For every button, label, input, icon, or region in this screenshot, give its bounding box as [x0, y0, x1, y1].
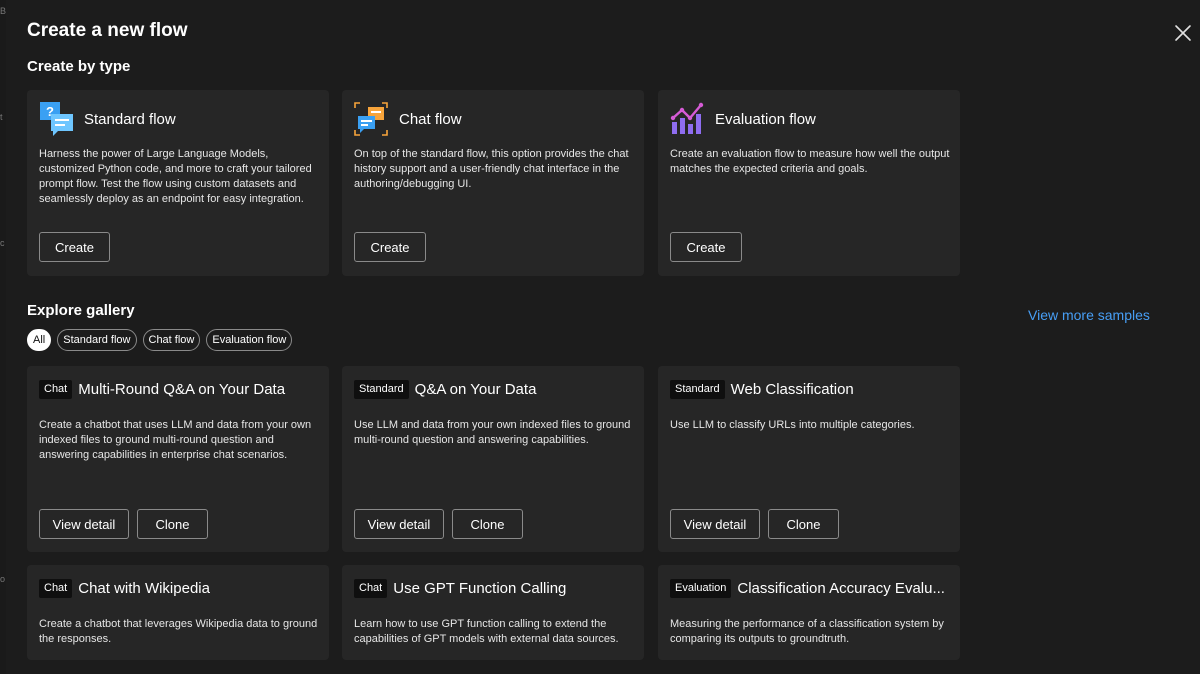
- filter-standard-flow[interactable]: Standard flow: [57, 329, 137, 351]
- sample-badge: Standard: [354, 379, 409, 399]
- close-button[interactable]: [1172, 22, 1194, 44]
- evaluation-flow-card: Evaluation flow Create an evaluation flo…: [658, 90, 960, 276]
- clone-button[interactable]: Clone: [137, 509, 208, 539]
- standard-flow-icon: ?: [40, 102, 73, 136]
- evaluation-flow-icon: [670, 102, 704, 134]
- sample-card: Chat Use GPT Function Calling Learn how …: [342, 565, 644, 660]
- sample-description: Create a chatbot that uses LLM and data …: [39, 419, 312, 461]
- sample-description: Use LLM and data from your own indexed f…: [354, 419, 631, 446]
- card-header: ? Standard flow: [39, 102, 176, 136]
- filter-all[interactable]: All: [27, 329, 52, 351]
- chat-flow-icon: [354, 102, 388, 136]
- sample-header: Standard Web Classification: [670, 378, 854, 400]
- clone-button[interactable]: Clone: [768, 509, 839, 539]
- sample-title: Web Classification: [730, 380, 854, 398]
- dialog-title: Create a new flow: [27, 20, 188, 41]
- sample-badge: Evaluation: [670, 578, 732, 598]
- sample-title: Q&A on Your Data: [414, 380, 537, 398]
- sample-badge: Chat: [39, 578, 73, 598]
- filter-evaluation-flow[interactable]: Evaluation flow: [206, 329, 293, 351]
- create-evaluation-flow-button[interactable]: Create: [670, 232, 742, 262]
- explore-gallery-heading: Explore gallery: [27, 302, 135, 319]
- card-header: Chat flow: [354, 102, 462, 136]
- view-detail-button[interactable]: View detail: [39, 509, 129, 539]
- card-title: Evaluation flow: [715, 110, 816, 128]
- standard-flow-card: ? Standard flow Harness the power of Lar…: [27, 90, 329, 276]
- sample-description: Measuring the performance of a classific…: [670, 618, 944, 645]
- sample-header: Standard Q&A on Your Data: [354, 378, 536, 400]
- sample-title: Use GPT Function Calling: [393, 579, 567, 597]
- filter-chat-flow[interactable]: Chat flow: [142, 329, 201, 351]
- sample-badge: Chat: [354, 578, 388, 598]
- sample-description: Learn how to use GPT function calling to…: [354, 618, 619, 645]
- create-chat-flow-button[interactable]: Create: [354, 232, 426, 262]
- close-icon: [1175, 25, 1191, 41]
- sample-card: Standard Web Classification Use LLM to c…: [658, 366, 960, 552]
- create-by-type-heading: Create by type: [27, 58, 131, 75]
- card-description: Create an evaluation flow to measure how…: [670, 148, 950, 175]
- view-detail-button[interactable]: View detail: [354, 509, 444, 539]
- sample-header: Evaluation Classification Accuracy Evalu…: [670, 577, 945, 599]
- sample-title: Chat with Wikipedia: [78, 579, 210, 597]
- chat-flow-card: Chat flow On top of the standard flow, t…: [342, 90, 644, 276]
- sample-badge: Standard: [670, 379, 725, 399]
- sample-header: Chat Use GPT Function Calling: [354, 577, 566, 599]
- sample-card: Standard Q&A on Your Data Use LLM and da…: [342, 366, 644, 552]
- sample-badge: Chat: [39, 379, 73, 399]
- sample-card: Chat Multi-Round Q&A on Your Data Create…: [27, 366, 329, 552]
- sample-header: Chat Multi-Round Q&A on Your Data: [39, 378, 285, 400]
- view-detail-button[interactable]: View detail: [670, 509, 760, 539]
- card-header: Evaluation flow: [670, 102, 816, 136]
- sample-description: Create a chatbot that leverages Wikipedi…: [39, 618, 318, 645]
- sample-card: Evaluation Classification Accuracy Evalu…: [658, 565, 960, 660]
- view-more-samples-link[interactable]: View more samples: [1028, 307, 1150, 323]
- sample-title: Multi-Round Q&A on Your Data: [78, 380, 286, 398]
- sample-header: Chat Chat with Wikipedia: [39, 577, 210, 599]
- sample-card: Chat Chat with Wikipedia Create a chatbo…: [27, 565, 329, 660]
- card-description: Harness the power of Large Language Mode…: [39, 148, 312, 205]
- card-title: Standard flow: [84, 110, 176, 128]
- create-flow-dialog: Create a new flow Create by type ? Stand…: [6, 0, 1200, 674]
- card-title: Chat flow: [399, 110, 462, 128]
- clone-button[interactable]: Clone: [452, 509, 523, 539]
- sample-description: Use LLM to classify URLs into multiple c…: [670, 419, 915, 431]
- sample-title: Classification Accuracy Evalu...: [737, 579, 945, 597]
- gallery-filter-pills: All Standard flow Chat flow Evaluation f…: [27, 329, 293, 351]
- card-description: On top of the standard flow, this option…: [354, 148, 629, 190]
- create-standard-flow-button[interactable]: Create: [39, 232, 110, 262]
